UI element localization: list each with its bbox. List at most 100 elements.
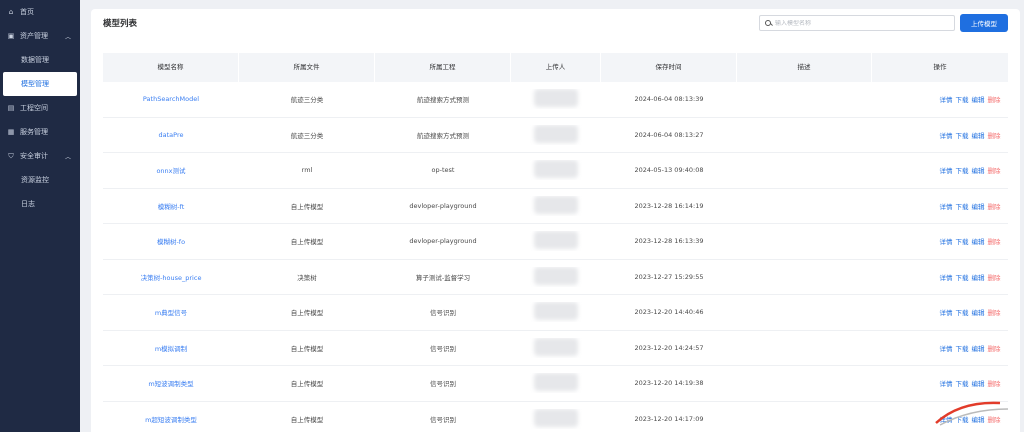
download-link[interactable]: 下载 — [956, 236, 969, 246]
table-row: m短波调制类型 自上传模型 信号识别 2023-12-20 14:19:38 详… — [103, 366, 1008, 402]
uploader-redacted — [534, 124, 578, 143]
actions-cell: 详情 下载 编辑 删除 — [872, 343, 1008, 353]
model-name-link[interactable]: m典型信号 — [103, 307, 239, 317]
edit-link[interactable]: 编辑 — [972, 165, 985, 175]
delete-link[interactable]: 删除 — [988, 307, 1001, 317]
project-icon: ▤ — [7, 104, 15, 112]
uploader-cell — [511, 408, 601, 429]
table-row: 模糊树-fo 自上传模型 devloper-playground 2023-12… — [103, 224, 1008, 260]
download-link[interactable]: 下载 — [956, 201, 969, 211]
uploader-redacted — [534, 302, 578, 321]
download-link[interactable]: 下载 — [956, 378, 969, 388]
sidebar-item-project-space[interactable]: ▤ 工程空间 — [0, 96, 80, 120]
download-link[interactable]: 下载 — [956, 130, 969, 140]
sidebar-item-service-management[interactable]: ▦ 服务管理 — [0, 120, 80, 144]
details-link[interactable]: 详情 — [940, 165, 953, 175]
sidebar-item-data-management[interactable]: 数据管理 — [0, 48, 80, 72]
details-link[interactable]: 详情 — [940, 236, 953, 246]
edit-link[interactable]: 编辑 — [972, 307, 985, 317]
uploader-redacted — [534, 266, 578, 285]
upload-model-button[interactable]: 上传模型 — [960, 14, 1008, 32]
download-link[interactable]: 下载 — [956, 307, 969, 317]
table-row: onnx测试 rml op-test 2024-05-13 09:40:08 详… — [103, 153, 1008, 189]
sidebar-item-model-management[interactable]: 模型管理 — [3, 72, 77, 96]
details-link[interactable]: 详情 — [940, 94, 953, 104]
edit-link[interactable]: 编辑 — [972, 236, 985, 246]
download-link[interactable]: 下载 — [956, 94, 969, 104]
model-name-link[interactable]: onnx测试 — [103, 165, 239, 175]
details-link[interactable]: 详情 — [940, 343, 953, 353]
file-cell: 自上传模型 — [290, 202, 324, 211]
details-link[interactable]: 详情 — [940, 201, 953, 211]
page-title: 模型列表 — [103, 19, 138, 29]
actions-cell: 详情 下载 编辑 删除 — [872, 201, 1008, 211]
download-link[interactable]: 下载 — [956, 343, 969, 353]
save-time-cell: 2023-12-20 14:19:38 — [634, 379, 704, 388]
table-row: dataPre 航迹三分类 航迹搜索方式预测 2024-06-04 08:13:… — [103, 118, 1008, 153]
edit-link[interactable]: 编辑 — [972, 343, 985, 353]
delete-link[interactable]: 删除 — [988, 165, 1001, 175]
uploader-redacted — [534, 160, 578, 179]
table-row: 决策树-house_price 决策树 算子测试-监督学习 2023-12-27… — [103, 260, 1008, 295]
save-time-cell: 2024-06-04 08:13:39 — [634, 95, 704, 104]
uploader-redacted — [534, 89, 578, 108]
home-icon: ⌂ — [8, 8, 14, 16]
search-box[interactable] — [759, 15, 955, 31]
details-link[interactable]: 详情 — [940, 307, 953, 317]
model-name-link[interactable]: m模拟调制 — [103, 343, 239, 353]
column-header-project: 所属工程 — [375, 53, 511, 82]
file-cell: 自上传模型 — [290, 380, 324, 389]
model-name-link[interactable]: 决策树-house_price — [103, 272, 239, 282]
delete-link[interactable]: 删除 — [988, 94, 1001, 104]
file-cell: 航迹三分类 — [290, 131, 324, 140]
sidebar-item-label: 安全审计 — [20, 152, 48, 160]
edit-link[interactable]: 编辑 — [972, 130, 985, 140]
delete-link[interactable]: 删除 — [988, 130, 1001, 140]
save-time-cell: 2023-12-20 14:17:09 — [634, 414, 704, 423]
model-name-link[interactable]: 模糊树-fo — [103, 236, 239, 246]
sidebar-item-home[interactable]: ⌂ 首页 — [0, 0, 80, 24]
project-cell: op-test — [431, 166, 455, 175]
edit-link[interactable]: 编辑 — [972, 272, 985, 282]
delete-link[interactable]: 删除 — [988, 378, 1001, 388]
chevron-up-icon: ︿ — [64, 153, 71, 161]
column-header-model-name: 模型名称 — [103, 53, 239, 82]
edit-link[interactable]: 编辑 — [972, 378, 985, 388]
sidebar-item-logs[interactable]: 日志 — [0, 192, 80, 216]
column-header-uploader: 上传人 — [511, 53, 601, 82]
details-link[interactable]: 详情 — [940, 378, 953, 388]
uploader-redacted — [534, 373, 578, 392]
edit-link[interactable]: 编辑 — [972, 201, 985, 211]
details-link[interactable]: 详情 — [940, 130, 953, 140]
uploader-redacted — [534, 231, 578, 250]
e-works-watermark — [930, 395, 1020, 429]
model-name-link[interactable]: PathSearchModel — [103, 95, 239, 103]
model-name-link[interactable]: m超短波调制类型 — [103, 414, 239, 424]
actions-cell: 详情 下载 编辑 删除 — [872, 272, 1008, 282]
save-time-cell: 2023-12-28 16:13:39 — [634, 237, 704, 246]
save-time-cell: 2023-12-27 15:29:55 — [634, 272, 704, 281]
edit-link[interactable]: 编辑 — [972, 94, 985, 104]
search-input[interactable] — [775, 19, 945, 27]
asset-icon: ▣ — [7, 32, 15, 40]
actions-cell: 详情 下载 编辑 删除 — [872, 94, 1008, 104]
delete-link[interactable]: 删除 — [988, 236, 1001, 246]
delete-link[interactable]: 删除 — [988, 272, 1001, 282]
sidebar-item-security-audit[interactable]: ⛉ 安全审计 ︿ — [0, 144, 80, 168]
uploader-cell — [511, 124, 601, 145]
download-link[interactable]: 下载 — [956, 165, 969, 175]
project-cell: 信号识别 — [430, 309, 456, 318]
model-name-link[interactable]: dataPre — [103, 131, 239, 139]
service-icon: ▦ — [7, 128, 15, 136]
file-cell: rml — [301, 166, 313, 175]
model-name-link[interactable]: 模糊树-ft — [103, 201, 239, 211]
model-name-link[interactable]: m短波调制类型 — [103, 378, 239, 388]
project-cell: 信号识别 — [430, 380, 456, 389]
download-link[interactable]: 下载 — [956, 272, 969, 282]
delete-link[interactable]: 删除 — [988, 201, 1001, 211]
sidebar-item-resource-monitor[interactable]: 资源监控 — [0, 168, 80, 192]
delete-link[interactable]: 删除 — [988, 343, 1001, 353]
uploader-cell — [511, 160, 601, 180]
details-link[interactable]: 详情 — [940, 272, 953, 282]
sidebar-item-asset-management[interactable]: ▣ 资产管理 ︿ — [0, 24, 80, 48]
